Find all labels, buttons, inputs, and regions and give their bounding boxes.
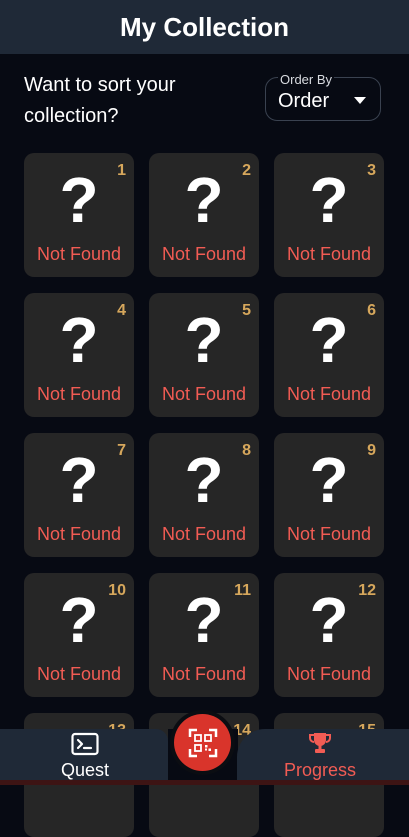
terminal-icon: [71, 732, 99, 756]
card-status: Not Found: [161, 664, 247, 684]
card-status: Not Found: [286, 244, 372, 264]
card-status: Not Found: [161, 524, 247, 544]
collection-card[interactable]: 4 ? Not Found: [24, 293, 134, 417]
nav-progress-button[interactable]: Progress: [260, 729, 380, 781]
collection-card[interactable]: 6 ? Not Found: [274, 293, 384, 417]
nav-quest-button[interactable]: Quest: [25, 729, 145, 781]
question-mark-icon: ?: [59, 584, 99, 656]
nav-quest-label: Quest: [60, 760, 110, 780]
question-mark-icon: ?: [184, 584, 224, 656]
question-mark-icon: ?: [59, 304, 99, 376]
sort-prompt: Want to sort your collection?: [24, 74, 176, 127]
collection-card[interactable]: 12 ? Not Found: [274, 573, 384, 697]
collection-card[interactable]: 10 ? Not Found: [24, 573, 134, 697]
collection-card[interactable]: 9 ? Not Found: [274, 433, 384, 557]
collection-card[interactable]: 5 ? Not Found: [149, 293, 259, 417]
collection-card[interactable]: 8 ? Not Found: [149, 433, 259, 557]
question-mark-icon: ?: [309, 304, 349, 376]
collection-card[interactable]: 3 ? Not Found: [274, 153, 384, 277]
trophy-icon: [309, 733, 331, 753]
question-mark-icon: ?: [184, 444, 224, 516]
card-status: Not Found: [36, 244, 122, 264]
question-mark-icon: ?: [59, 444, 99, 516]
card-status: Not Found: [286, 524, 372, 544]
question-mark-icon: ?: [309, 584, 349, 656]
order-by-label: Order By: [278, 72, 335, 87]
scan-qr-button[interactable]: [174, 714, 231, 771]
question-mark-icon: ?: [309, 164, 349, 236]
order-by-select[interactable]: Order By Order: [265, 72, 381, 121]
card-status: Not Found: [161, 384, 247, 404]
question-mark-icon: ?: [59, 164, 99, 236]
question-mark-icon: ?: [309, 444, 349, 516]
collection-card[interactable]: 11 ? Not Found: [149, 573, 259, 697]
bottom-strip: [0, 780, 409, 785]
card-status: Not Found: [161, 244, 247, 264]
question-mark-icon: ?: [184, 164, 224, 236]
collection-card[interactable]: 2 ? Not Found: [149, 153, 259, 277]
caret-down-icon: [354, 97, 366, 104]
nav-progress-label: Progress: [283, 760, 357, 780]
card-status: Not Found: [286, 664, 372, 684]
app-header: My Collection: [0, 0, 409, 54]
question-mark-icon: ?: [184, 304, 224, 376]
card-status: Not Found: [36, 524, 122, 544]
order-by-value: Order: [278, 90, 330, 112]
card-status: Not Found: [286, 384, 372, 404]
collection-card[interactable]: 1 ? Not Found: [24, 153, 134, 277]
card-status: Not Found: [36, 384, 122, 404]
page-title: My Collection: [119, 11, 289, 42]
qr-code-icon: [188, 728, 217, 757]
collection-card[interactable]: 7 ? Not Found: [24, 433, 134, 557]
card-status: Not Found: [36, 664, 122, 684]
